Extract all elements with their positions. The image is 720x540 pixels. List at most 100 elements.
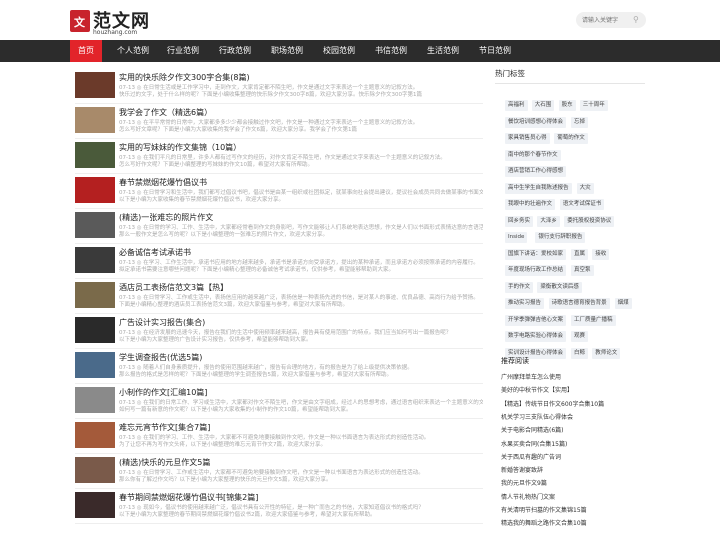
article-item[interactable]: 酒店员工表扬信范文3篇【热】 07-13 ◎ 在日常学习、工作或生活中，表扬信应用… [75,280,483,314]
hot-tag[interactable]: 忘掉 [571,116,589,128]
search-input[interactable] [582,14,630,26]
hot-tag[interactable]: 国旗下讲话：爱校如家 [505,248,567,260]
article-thumbnail[interactable] [75,212,115,238]
article-thumbnail[interactable] [75,457,115,483]
nav-item[interactable]: 书信范例 [368,40,414,62]
article-thumbnail[interactable] [75,107,115,133]
article-item[interactable]: 我学会了作文（精选6篇） 07-13 ◎ 在平平常常的日常中，大家都多多少少都会接… [75,105,483,139]
hot-tag[interactable]: 诗歌语言德育报告背景 [548,298,610,309]
hot-tag[interactable]: 我眼中的壮遍作文 [505,199,556,210]
article-title[interactable]: 实用的快乐除夕作文300字合集(8篇) [119,72,250,83]
hot-tag[interactable]: 葡萄的作文 [554,133,588,144]
nav-item[interactable]: 首页 [70,40,102,62]
hot-tag[interactable]: 直属 [571,248,589,260]
hot-tag[interactable]: Inside [505,232,528,243]
article-title[interactable]: 广告设计实习报告(集合) [119,317,205,328]
recommended-link[interactable]: 新婚答谢宴致辞 [501,465,543,474]
nav-item[interactable]: 行业范例 [160,40,206,62]
hot-tag[interactable]: 白鲸 [571,347,589,359]
hot-tag[interactable]: 开学季弹弹吉他心文案 [505,314,567,326]
hot-tag[interactable]: 大灾 [576,182,594,194]
article-thumbnail[interactable] [75,72,115,98]
hot-tag[interactable]: 手的作文 [505,281,534,293]
hot-tag[interactable]: 梁衡散文读后感 [537,281,582,293]
article-title[interactable]: 春节禁燃烟花爆竹倡议书 [119,177,207,188]
hot-tag[interactable]: 高福利 [505,100,528,111]
article-thumbnail[interactable] [75,177,115,203]
article-thumbnail[interactable] [75,247,115,273]
hot-tag[interactable]: 大石围 [531,100,555,111]
recommended-link[interactable]: 关于西瓜有趣的广告词 [501,452,561,461]
article-thumbnail[interactable] [75,317,115,343]
hot-tag[interactable]: 真空泵 [571,265,594,276]
nav-item[interactable]: 行政范例 [212,40,258,62]
article-item[interactable]: 实用的写妹妹的作文集锦（10篇） 07-13 ◎ 在我们平凡的日常里，许多人都有过… [75,140,483,174]
nav-item[interactable]: 校园范例 [316,40,362,62]
recommended-link[interactable]: 情人节礼物热门文案 [501,492,555,501]
article-item[interactable]: 实用的快乐除夕作文300字合集(8篇) 07-13 ◎ 在日常生活或是工作学习中，… [75,70,483,104]
hot-tag[interactable]: 高中生学生自我陈述报告 [505,182,572,194]
article-thumbnail[interactable] [75,352,115,378]
article-item[interactable]: (精选)快乐的元旦作文5篇 07-13 ◎ 在日常学习、工作或生活中，大家都不可避… [75,455,483,489]
article-item[interactable]: 必备诚信考试承诺书 07-13 ◎ 在学习、工作生活中，承诺书应用的地方越来越多，… [75,245,483,279]
recommended-link[interactable]: 美好的中秋节作文【实用】 [501,385,573,394]
article-title[interactable]: (精选)一张难忘的照片作文 [119,212,213,223]
article-item[interactable]: 小制作的作文[汇编10篇] 07-13 ◎ 在我们的日常工作、学习或生活中，大家都… [75,385,483,419]
article-title[interactable]: 学生调查报告(优选5篇) [119,352,202,363]
article-title[interactable]: 实用的写妹妹的作文集锦（10篇） [119,142,241,153]
article-thumbnail[interactable] [75,492,115,518]
recommended-link[interactable]: 【精选】传统节日作文600字合集10篇 [501,399,604,408]
recommended-link[interactable]: 有关清明节扫墓的作文集锦15篇 [501,505,587,514]
hot-tag[interactable]: 语文考试保证书 [559,199,605,210]
hot-tag[interactable]: 接收 [592,248,610,260]
search-icon[interactable]: ⚲ [633,15,642,24]
article-title[interactable]: 小制作的作文[汇编10篇] [119,387,207,398]
hot-tag[interactable]: 南中的那个春节作文 [505,149,561,161]
nav-item[interactable]: 职场范例 [264,40,310,62]
site-logo[interactable]: 文 范文网 houzhang.com [70,7,160,37]
hot-tag[interactable]: 教师论文 [592,347,621,359]
hot-tag[interactable]: 银行支行辞职报告 [535,232,586,243]
hot-tag[interactable]: 委托股权投资协议 [564,215,615,227]
article-thumbnail[interactable] [75,387,115,413]
recommended-link[interactable]: 我的元旦作文9篇 [501,478,547,487]
article-title[interactable]: 我学会了作文（精选6篇） [119,107,212,118]
recommended-link[interactable]: 机关学习三支队伍心得体会 [501,412,573,421]
hot-tag[interactable]: 家具销售员心得 [505,133,550,144]
hot-tag[interactable]: 工厂质量广播稿 [571,314,616,326]
article-item[interactable]: 广告设计实习报告(集合) 07-13 ◎ 在经济发展的迅速今天，报告在我们的生活中… [75,315,483,349]
hot-tag[interactable]: 推动实习报告 [505,298,545,309]
hot-tag[interactable]: 酒店营销工作心得感想 [505,166,567,177]
hot-tags-title: 热门标签 [495,66,645,84]
recommended-link[interactable]: 水果买卖合同(合集15篇) [501,439,567,448]
nav-item[interactable]: 个人范例 [110,40,156,62]
hot-tag[interactable]: 餐饮培训感想心得体会 [505,116,567,128]
article-item[interactable]: (精选)一张难忘的照片作文 07-13 ◎ 在日常的学习、工作、生活中，大家都经常… [75,210,483,244]
article-item[interactable]: 春节期间禁燃烟花爆竹倡议书[锦集2篇] 07-13 ◎ 现如今，倡议书的使用越来越… [75,490,483,524]
hot-tag[interactable]: 大泽乡 [537,215,560,227]
hot-tag[interactable]: 观赛 [571,331,589,342]
recommended-link[interactable]: 广州摩拜单车怎么使用 [501,372,561,381]
article-thumbnail[interactable] [75,422,115,448]
article-title[interactable]: 难忘元宵节作文[集合7篇] [119,422,210,433]
nav-item[interactable]: 节日范例 [472,40,518,62]
hot-tag[interactable]: 股东 [558,100,576,111]
article-title[interactable]: 必备诚信考试承诺书 [119,247,191,258]
article-item[interactable]: 学生调查报告(优选5篇) 07-13 ◎ 随着人们自身素质提升，报告的使用范围越来… [75,350,483,384]
article-item[interactable]: 难忘元宵节作文[集合7篇] 07-13 ◎ 在我们的学习、工作、生活中，大家都不可… [75,420,483,454]
hot-tag[interactable]: 回乡务实 [505,215,534,227]
recommended-link[interactable]: 精选我的舞蹈之路作文合集10篇 [501,518,587,527]
hot-tag[interactable]: 烟煤 [614,298,632,309]
hot-tag[interactable]: 数字电路实验心得体会 [505,331,567,342]
recommended-link[interactable]: 关于电影合同精选(6篇) [501,425,564,434]
article-item[interactable]: 春节禁燃烟花爆竹倡议书 07-13 ◎ 在日常学习和生活中，我们都写过倡议书吧，倡… [75,175,483,209]
article-thumbnail[interactable] [75,142,115,168]
article-title[interactable]: 酒店员工表扬信范文3篇【热】 [119,282,228,293]
article-title[interactable]: (精选)快乐的元旦作文5篇 [119,457,210,468]
article-summary: 以下是小编为大家整理的春节期间禁燃烟花爆竹倡议书2篇，欢迎大家借鉴与参考，希望对… [119,512,376,518]
article-thumbnail[interactable] [75,282,115,308]
article-title[interactable]: 春节期间禁燃烟花爆竹倡议书[锦集2篇] [119,492,258,503]
nav-item[interactable]: 生活范例 [420,40,466,62]
hot-tag[interactable]: 年度现场行政工作总结 [505,265,567,276]
hot-tag[interactable]: 三十周年 [579,100,608,111]
